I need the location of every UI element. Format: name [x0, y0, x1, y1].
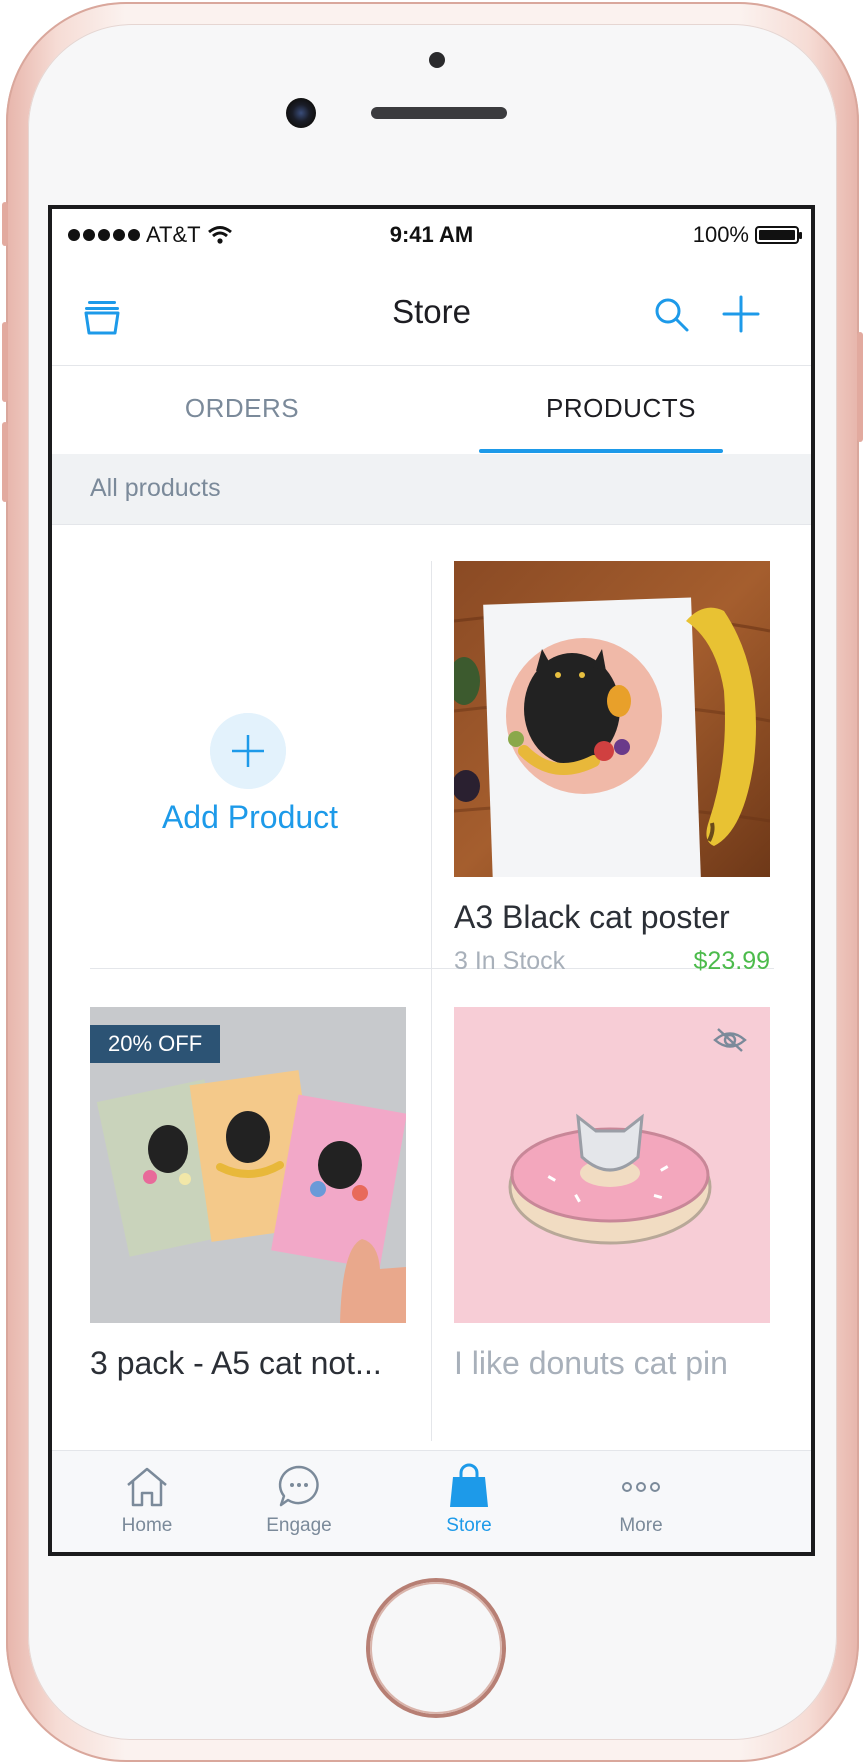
- product-name: I like donuts cat pin: [454, 1345, 728, 1381]
- product-card[interactable]: I like donuts cat pin: [454, 1007, 770, 1407]
- section-header: All products: [52, 454, 811, 525]
- add-product-plus-icon: [210, 713, 286, 789]
- add-product-tile[interactable]: Add Product: [90, 561, 410, 969]
- product-card[interactable]: 20% OFF 3 pack - A5 cat not...: [90, 1007, 406, 1407]
- navigation-bar: Store: [52, 263, 811, 365]
- tabbar-label: Engage: [266, 1515, 332, 1536]
- earpiece-speaker: [371, 107, 507, 119]
- front-camera: [286, 98, 316, 128]
- tabbar-label: Store: [446, 1515, 492, 1536]
- status-right: 100%: [692, 222, 802, 248]
- shopping-bag-icon: [450, 1463, 488, 1507]
- product-card[interactable]: A3 Black cat poster 3 In Stock $23.99: [454, 561, 770, 981]
- volume-down-button: [2, 422, 8, 502]
- tabbar-item-engage[interactable]: Engage: [204, 1451, 394, 1552]
- proximity-sensor: [429, 52, 445, 68]
- more-dots-icon: [622, 1482, 660, 1492]
- status-bar: AT&T 9:41 AM 100%: [52, 209, 811, 263]
- product-stock: 3 In Stock: [454, 947, 566, 975]
- product-grid: Add Product A3 Black cat poster 3 In Sto…: [52, 525, 811, 1450]
- battery-icon: [755, 226, 802, 244]
- add-product-label: Add Product: [161, 799, 339, 835]
- app-screen: AT&T 9:41 AM 100% Store ORDERS PRODUCTS …: [48, 205, 815, 1556]
- tabbar-label: More: [619, 1515, 663, 1536]
- product-image-cat-poster: [454, 561, 770, 877]
- chat-bubble-icon: [278, 1465, 319, 1507]
- product-name: A3 Black cat poster: [454, 899, 730, 935]
- grid-divider-vertical: [431, 561, 432, 1441]
- discount-badge: 20% OFF: [90, 1025, 221, 1063]
- section-title: All products: [90, 474, 221, 502]
- active-tab-indicator: [479, 449, 723, 453]
- product-price: $23.99: [693, 947, 770, 975]
- volume-up-button: [2, 322, 8, 402]
- home-icon: [127, 1467, 167, 1507]
- tabbar-item-more[interactable]: More: [546, 1451, 736, 1552]
- power-button: [857, 332, 863, 442]
- home-button[interactable]: [370, 1582, 502, 1714]
- page-title: Store: [392, 293, 471, 330]
- battery-percentage: 100%: [692, 222, 749, 247]
- search-icon[interactable]: [652, 295, 692, 335]
- segment-tabs: ORDERS PRODUCTS: [52, 365, 811, 455]
- product-name: 3 pack - A5 cat not...: [90, 1345, 382, 1381]
- mute-switch: [2, 202, 8, 246]
- tab-orders[interactable]: ORDERS: [52, 366, 432, 454]
- tabbar-item-store[interactable]: Store: [374, 1451, 564, 1552]
- hidden-eye-icon: [713, 1028, 747, 1052]
- tab-products[interactable]: PRODUCTS: [431, 366, 811, 454]
- add-icon[interactable]: [720, 293, 762, 335]
- bottom-tab-bar: Home Engage Store More: [52, 1450, 811, 1552]
